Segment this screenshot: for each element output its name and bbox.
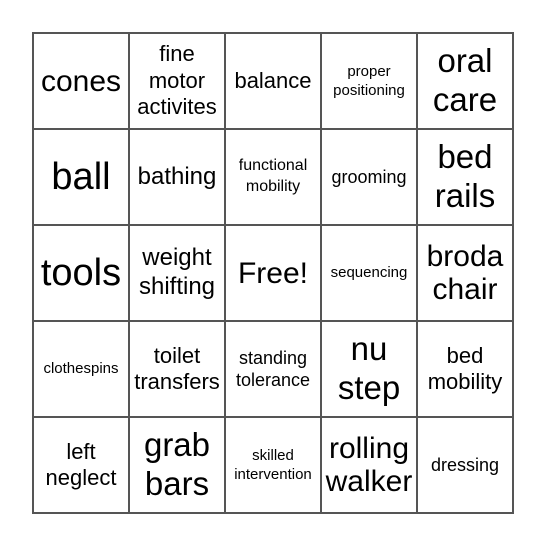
bingo-cell[interactable]: weight shifting	[130, 226, 226, 322]
bingo-cell-label: rolling walker	[325, 432, 413, 498]
bingo-cell[interactable]: functional mobility	[226, 130, 322, 226]
bingo-cell-label: standing tolerance	[235, 347, 311, 391]
bingo-cell-label: balance	[234, 67, 312, 93]
bingo-cell-label: bed rails	[434, 138, 496, 214]
bingo-cell[interactable]: bed mobility	[418, 322, 514, 418]
bingo-cell-label: toilet transfers	[134, 342, 220, 394]
bingo-cell-label: grooming	[331, 166, 407, 187]
bingo-cell[interactable]: grab bars	[130, 418, 226, 514]
bingo-cell[interactable]: balance	[226, 34, 322, 130]
bingo-cell[interactable]: ball	[34, 130, 130, 226]
bingo-cell[interactable]: nu step	[322, 322, 418, 418]
bingo-cell-label: bed mobility	[427, 342, 503, 394]
bingo-cell-label: oral care	[432, 42, 498, 118]
bingo-cell[interactable]: toilet transfers	[130, 322, 226, 418]
bingo-cell-label: dressing	[430, 454, 500, 475]
bingo-cell-label: fine motor activites	[137, 41, 217, 120]
bingo-cell-label: proper positioning	[333, 62, 405, 100]
bingo-cell[interactable]: broda chair	[418, 226, 514, 322]
bingo-cell[interactable]: rolling walker	[322, 418, 418, 514]
bingo-cell-label: broda chair	[426, 240, 504, 306]
bingo-cell[interactable]: standing tolerance	[226, 322, 322, 418]
bingo-cell-label: cones	[40, 64, 122, 98]
bingo-cell[interactable]: grooming	[322, 130, 418, 226]
bingo-board: cones fine motor activites balance proper p…	[32, 32, 514, 514]
bingo-cell[interactable]: skilled intervention	[226, 418, 322, 514]
bingo-cell[interactable]: clothespins	[34, 322, 130, 418]
bingo-cell-label: grab bars	[143, 426, 211, 502]
bingo-cell[interactable]: cones	[34, 34, 130, 130]
bingo-cell[interactable]: bed rails	[418, 130, 514, 226]
bingo-cell-free[interactable]: Free!	[226, 226, 322, 322]
bingo-cell[interactable]: sequencing	[322, 226, 418, 322]
bingo-cell-label: ball	[51, 155, 111, 198]
bingo-cell[interactable]: left neglect	[34, 418, 130, 514]
bingo-cell-label: weight shifting	[138, 244, 216, 300]
bingo-cell-label: sequencing	[330, 264, 408, 282]
bingo-cell-label: skilled intervention	[234, 446, 312, 484]
bingo-cell-label: left neglect	[45, 438, 117, 490]
bingo-cell-label: nu step	[337, 330, 401, 406]
bingo-cell[interactable]: dressing	[418, 418, 514, 514]
bingo-cell-label: tools	[40, 251, 122, 294]
bingo-cell[interactable]: bathing	[130, 130, 226, 226]
bingo-cell[interactable]: tools	[34, 226, 130, 322]
bingo-cell[interactable]: proper positioning	[322, 34, 418, 130]
bingo-cell[interactable]: oral care	[418, 34, 514, 130]
bingo-cell-label: clothespins	[43, 360, 119, 378]
bingo-cell-label: functional mobility	[238, 157, 308, 195]
bingo-cell[interactable]: fine motor activites	[130, 34, 226, 130]
bingo-cell-label: bathing	[137, 162, 217, 190]
bingo-cell-label: Free!	[237, 256, 309, 290]
